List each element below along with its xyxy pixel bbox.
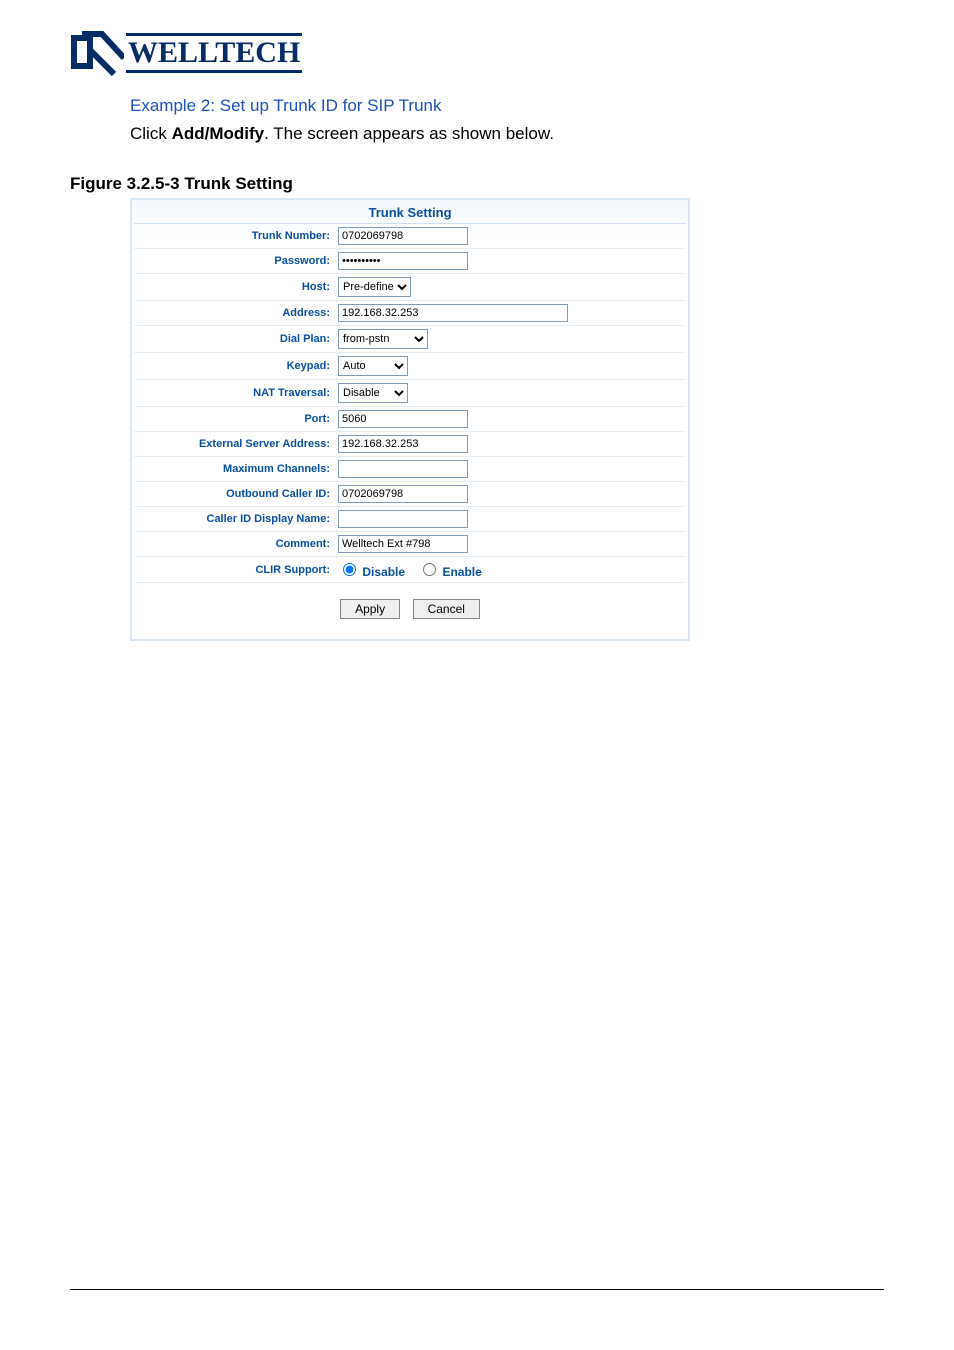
trunk-number-input[interactable] [338,227,468,245]
label-comment: Comment: [134,532,334,557]
ext-server-input[interactable] [338,435,468,453]
trunk-setting-panel: Trunk Setting Trunk Number: Password: Ho… [130,198,690,641]
label-outbound-caller: Outbound Caller ID: [134,482,334,507]
outbound-caller-input[interactable] [338,485,468,503]
label-caller-display: Caller ID Display Name: [134,507,334,532]
logo: WELLTECH [70,30,884,76]
clir-enable-option[interactable]: Enable [418,565,482,579]
label-password: Password: [134,249,334,274]
clir-disable-label: Disable [362,565,405,579]
footer-rule [70,1289,884,1290]
logo-mark-icon [70,30,124,76]
trunk-setting-table: Trunk Setting Trunk Number: Password: Ho… [134,202,686,583]
label-trunk-number: Trunk Number: [134,224,334,249]
clir-disable-option[interactable]: Disable [338,565,405,579]
host-select[interactable]: Pre-define [338,277,411,297]
apply-button[interactable]: Apply [340,599,400,619]
cancel-button[interactable]: Cancel [413,599,480,619]
button-row: Apply Cancel [134,583,686,619]
label-nat-traversal: NAT Traversal: [134,380,334,407]
password-input[interactable] [338,252,468,270]
desc-bold: Add/Modify [172,124,265,143]
label-dial-plan: Dial Plan: [134,326,334,353]
figure-caption: Figure 3.2.5-3 Trunk Setting [70,174,884,194]
label-clir: CLIR Support: [134,557,334,583]
max-channels-input[interactable] [338,460,468,478]
clir-enable-radio[interactable] [423,563,436,576]
desc-prefix: Click [130,124,172,143]
label-address: Address: [134,301,334,326]
clir-enable-label: Enable [442,565,481,579]
desc-suffix: . The screen appears as shown below. [264,124,554,143]
nat-traversal-select[interactable]: Disable [338,383,408,403]
label-ext-server: External Server Address: [134,432,334,457]
keypad-select[interactable]: Auto [338,356,408,376]
logo-text: WELLTECH [126,33,302,73]
description-line: Click Add/Modify. The screen appears as … [130,124,884,144]
example-title: Example 2: Set up Trunk ID for SIP Trunk [130,96,884,116]
caller-display-input[interactable] [338,510,468,528]
label-keypad: Keypad: [134,353,334,380]
dial-plan-select[interactable]: from-pstn [338,329,428,349]
label-max-channels: Maximum Channels: [134,457,334,482]
label-port: Port: [134,407,334,432]
comment-input[interactable] [338,535,468,553]
address-input[interactable] [338,304,568,322]
clir-disable-radio[interactable] [343,563,356,576]
port-input[interactable] [338,410,468,428]
label-host: Host: [134,274,334,301]
panel-header: Trunk Setting [134,202,686,224]
